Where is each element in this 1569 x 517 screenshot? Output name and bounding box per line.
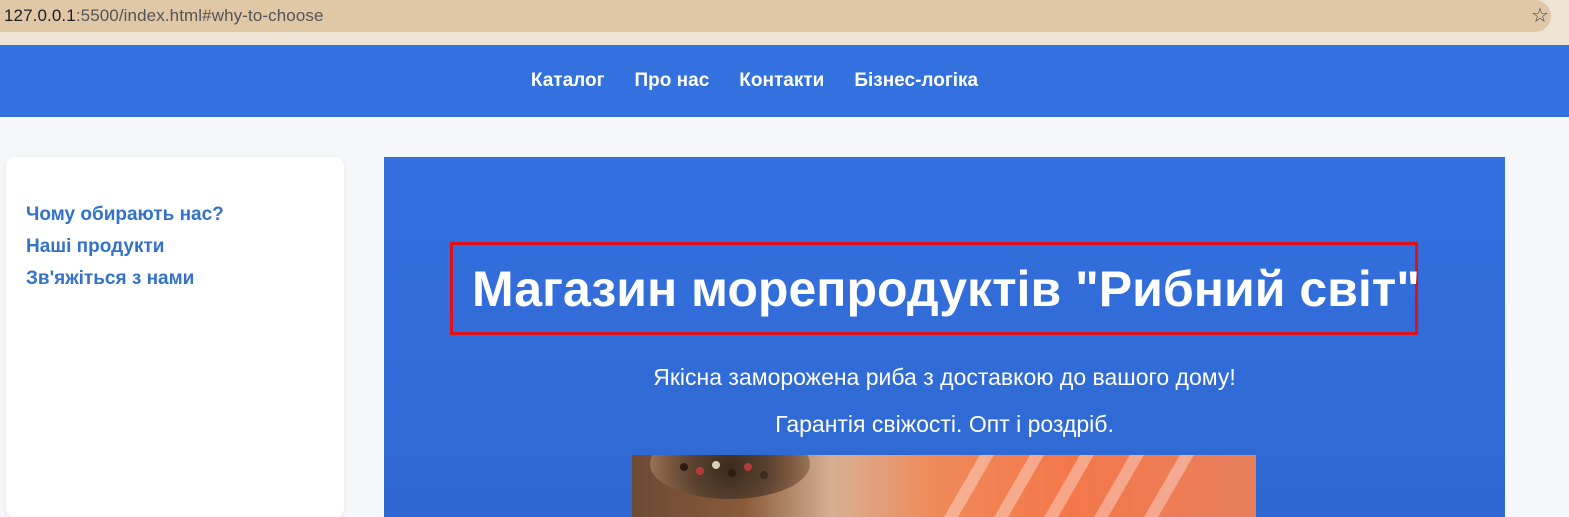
salmon-stripe — [1144, 455, 1194, 517]
sidebar: Чому обирають нас? Наші продукти Зв'яжіт… — [6, 157, 344, 517]
hero-section: Магазин морепродуктів "Рибний світ" Якіс… — [384, 157, 1505, 517]
url-text[interactable]: 127.0.0.1:5500/index.html#why-to-choose — [4, 6, 324, 26]
highlighted-title-box: Магазин морепродуктів "Рибний світ" — [450, 242, 1420, 335]
seafood-image — [632, 455, 1256, 517]
hero-subtitle: Якісна заморожена риба з доставкою до ва… — [653, 364, 1236, 390]
nav-item-business-logic[interactable]: Бізнес-логіка — [854, 70, 978, 92]
url-path: :5500/index.html#why-to-choose — [75, 6, 324, 25]
sidebar-item-why-choose: Чому обирають нас? — [26, 199, 224, 231]
peppercorn — [680, 463, 688, 471]
sidebar-link-contact[interactable]: Зв'яжіться з нами — [26, 268, 194, 289]
salmon-stripe — [1094, 455, 1144, 517]
nav-item-about[interactable]: Про нас — [635, 70, 710, 92]
sidebar-list: Чому обирають нас? Наші продукти Зв'яжіт… — [26, 199, 224, 295]
salmon-stripe — [944, 455, 994, 517]
address-bar[interactable]: 127.0.0.1:5500/index.html#why-to-choose — [0, 0, 1551, 32]
peppercorn — [696, 467, 704, 475]
peppercorn — [712, 461, 720, 469]
star-icon[interactable]: ☆ — [1529, 5, 1551, 27]
browser-toolbar: 127.0.0.1:5500/index.html#why-to-choose … — [0, 0, 1569, 45]
peppercorn — [728, 469, 736, 477]
pepper-bowl-shape — [650, 455, 810, 499]
hero-tagline: Гарантія свіжості. Опт і роздріб. — [775, 411, 1114, 437]
url-host: 127.0.0.1 — [4, 6, 76, 25]
nav-list: Каталог Про нас Контакти Бізнес-логіка — [531, 70, 978, 92]
nav-item-contacts[interactable]: Контакти — [739, 70, 824, 92]
sidebar-item-products: Наші продукти — [26, 231, 224, 263]
salmon-stripe — [994, 455, 1044, 517]
nav-item-catalog[interactable]: Каталог — [531, 70, 605, 92]
peppercorn — [760, 471, 768, 479]
sidebar-link-why-choose[interactable]: Чому обирають нас? — [26, 204, 224, 225]
sidebar-link-products[interactable]: Наші продукти — [26, 236, 164, 257]
salmon-stripe — [1044, 455, 1094, 517]
top-navbar: Каталог Про нас Контакти Бізнес-логіка — [0, 45, 1569, 117]
sidebar-item-contact: Зв'яжіться з нами — [26, 263, 224, 295]
peppercorn — [744, 463, 752, 471]
page-title: Магазин морепродуктів "Рибний світ" — [472, 260, 1420, 317]
